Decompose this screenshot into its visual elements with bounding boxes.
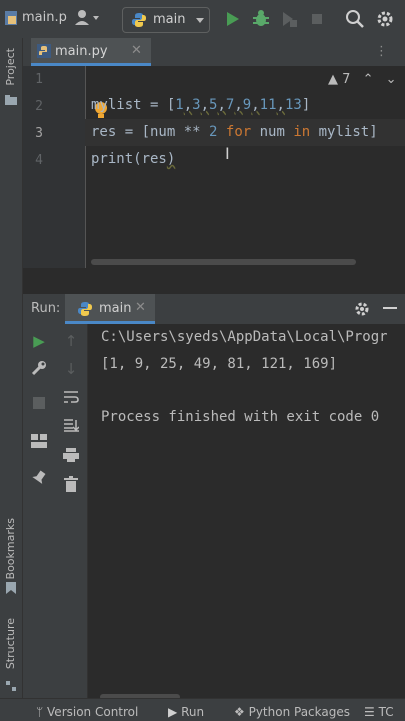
todo-tool-button[interactable]: ☰ TC <box>364 705 394 719</box>
python-icon <box>131 12 147 32</box>
run-configuration-select[interactable]: main <box>122 7 210 33</box>
soft-wrap-icon[interactable] <box>55 390 87 408</box>
run-tab-label: main <box>99 301 132 316</box>
python-file-icon <box>4 10 18 30</box>
console-line: Process finished with exit code 0 <box>101 409 380 425</box>
scroll-to-end-icon[interactable] <box>55 418 87 436</box>
bookmark-icon <box>6 582 16 598</box>
python-icon <box>77 301 93 321</box>
layout-icon[interactable] <box>23 434 55 452</box>
console-line: [1, 9, 25, 49, 81, 121, 169] <box>101 356 338 372</box>
structure-tool-button[interactable]: Structure <box>4 618 17 669</box>
arrow-down-icon[interactable]: ↓ <box>55 360 87 378</box>
project-tool-button[interactable]: Project <box>4 48 17 86</box>
python-packages-label: Python Packages <box>248 705 350 719</box>
wrench-icon[interactable] <box>23 360 55 380</box>
warning-icon: ▲ <box>328 72 338 87</box>
structure-icon <box>6 680 16 695</box>
run-icon: ▶ <box>168 705 178 719</box>
trash-icon[interactable] <box>55 476 87 496</box>
bookmarks-tool-button[interactable]: Bookmarks <box>4 518 17 579</box>
bottom-tool-bar: ᛘ Version Control ▶ Run ❖ Python Package… <box>0 698 405 721</box>
todo-label: TC <box>378 705 394 719</box>
python-packages-tool-button[interactable]: ❖ Python Packages <box>234 705 350 719</box>
main-toolbar: main.p main <box>0 0 405 39</box>
chevron-down-icon <box>195 14 205 29</box>
code-editor[interactable]: 1 2 3 4 mylist = [1,3,5,7,9,11,13] res =… <box>23 66 405 268</box>
debug-icon[interactable] <box>250 8 272 30</box>
user-icon[interactable] <box>74 9 102 31</box>
branch-icon: ᛘ <box>36 705 44 719</box>
code-line-4: print(res) <box>91 151 176 167</box>
text-cursor-icon: I <box>225 144 230 163</box>
pin-icon[interactable] <box>23 470 55 490</box>
stop-icon[interactable] <box>23 396 55 414</box>
more-tabs-icon[interactable]: ⋮ <box>375 44 388 59</box>
left-tool-strip: Project Bookmarks Structure <box>0 38 23 698</box>
line-number: 1 <box>35 72 43 87</box>
run-tab-main[interactable]: main ✕ <box>65 294 155 324</box>
console-actions-toolbar: ↑ ↓ <box>55 324 88 698</box>
minimize-icon[interactable] <box>383 307 397 309</box>
run-configuration-label: main <box>153 12 186 27</box>
run-header-label: Run: <box>31 301 61 316</box>
folder-icon <box>5 94 17 109</box>
chevron-down-icon[interactable]: ⌄ <box>386 72 397 87</box>
settings-icon[interactable] <box>353 300 371 322</box>
code-line-2: mylist = [1,3,5,7,9,11,13] <box>91 97 311 113</box>
run-tool-button[interactable]: ▶ Run <box>168 705 204 719</box>
code-line-3: res = [num ** 2 for num in mylist] <box>91 124 378 140</box>
console-line: C:\Users\syeds\AppData\Local\Progr <box>101 329 388 345</box>
stop-icon[interactable] <box>306 8 328 30</box>
run-tool-window-header: Run: main ✕ <box>23 294 405 325</box>
run-console-output[interactable]: C:\Users\syeds\AppData\Local\Progr [1, 9… <box>88 324 405 700</box>
line-number: 2 <box>35 99 43 114</box>
list-icon: ☰ <box>364 705 375 719</box>
editor-horizontal-scrollbar[interactable] <box>91 259 356 265</box>
panel-splitter[interactable] <box>23 268 405 294</box>
tab-main-py[interactable]: main.py ✕ <box>31 38 151 66</box>
run-label: Run <box>181 705 205 719</box>
line-number: 4 <box>35 153 43 168</box>
coverage-icon[interactable] <box>278 8 300 30</box>
chevron-up-icon[interactable]: ⌃ <box>363 72 374 87</box>
close-icon[interactable]: ✕ <box>131 43 142 58</box>
version-control-label: Version Control <box>47 705 139 719</box>
python-file-icon <box>37 44 51 62</box>
line-number-gutter: 1 2 3 4 <box>23 66 86 268</box>
project-file-title[interactable]: main.p <box>22 10 67 25</box>
arrow-up-icon[interactable]: ↑ <box>55 332 87 350</box>
rerun-icon[interactable]: ▶ <box>23 332 55 350</box>
line-number: 3 <box>35 126 43 141</box>
run-actions-toolbar: ▶ <box>23 324 55 698</box>
editor-tab-bar: main.py ✕ ⋮ <box>23 38 405 67</box>
warning-count: 7 <box>342 72 351 87</box>
settings-icon[interactable] <box>374 8 396 30</box>
close-icon[interactable]: ✕ <box>135 300 146 315</box>
search-icon[interactable] <box>344 8 366 30</box>
packages-icon: ❖ <box>234 705 245 719</box>
run-icon[interactable] <box>222 8 244 30</box>
inspection-widget[interactable]: ▲ 7 ⌃ ⌄ <box>328 72 397 87</box>
version-control-tool-button[interactable]: ᛘ Version Control <box>36 705 138 719</box>
print-icon[interactable] <box>55 448 87 466</box>
tab-label: main.py <box>55 44 108 59</box>
